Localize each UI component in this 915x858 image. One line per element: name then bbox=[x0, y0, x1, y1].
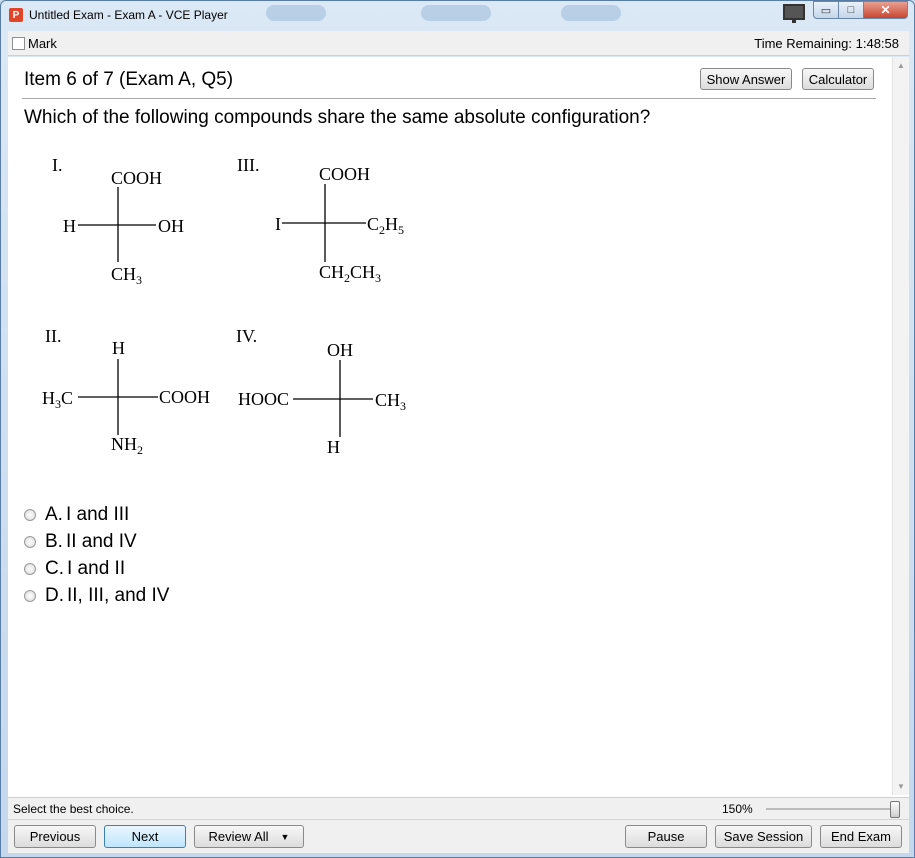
radio-button[interactable] bbox=[24, 589, 36, 602]
IV-left: HOOC bbox=[238, 389, 289, 409]
maximize-button[interactable]: □ bbox=[839, 1, 864, 19]
monitor-icon[interactable] bbox=[783, 4, 805, 23]
compound-I: I. COOH H OH CH3 bbox=[52, 155, 184, 287]
II-left: H3C bbox=[42, 388, 73, 411]
option-letter: A. bbox=[45, 503, 63, 525]
option-letter: C. bbox=[45, 557, 64, 579]
label-IV: IV. bbox=[236, 326, 257, 346]
answer-options: A. I and III B. II and IV C. I and II D.… bbox=[24, 501, 169, 609]
radio-button[interactable] bbox=[24, 562, 36, 575]
III-bottom: CH2CH3 bbox=[319, 262, 381, 285]
review-all-label: Review All bbox=[208, 829, 269, 844]
option-letter: B. bbox=[45, 530, 63, 552]
option-letter: D. bbox=[45, 584, 64, 606]
status-bar: Select the best choice. 150% bbox=[8, 797, 909, 819]
II-bottom: NH2 bbox=[111, 434, 143, 457]
IV-bottom: H bbox=[327, 437, 340, 457]
status-instruction: Select the best choice. bbox=[13, 802, 134, 816]
option-text: I and II bbox=[67, 557, 126, 579]
zoom-slider-thumb[interactable] bbox=[890, 801, 900, 818]
chevron-down-icon: ▼ bbox=[280, 831, 290, 842]
option-a[interactable]: A. I and III bbox=[24, 501, 169, 528]
III-left: I bbox=[275, 214, 281, 234]
title-decoration bbox=[421, 5, 491, 21]
title-decoration bbox=[561, 5, 621, 21]
III-top: COOH bbox=[319, 164, 370, 184]
I-right: OH bbox=[158, 216, 184, 236]
label-III: III. bbox=[237, 155, 259, 175]
save-session-button[interactable]: Save Session bbox=[715, 825, 812, 848]
scroll-down-icon[interactable]: ▼ bbox=[897, 782, 905, 791]
scroll-up-icon[interactable]: ▲ bbox=[897, 61, 905, 70]
mark-label[interactable]: Mark bbox=[28, 36, 57, 51]
IV-top: OH bbox=[327, 340, 353, 360]
option-text: II, III, and IV bbox=[67, 584, 170, 606]
time-remaining: Time Remaining: 1:48:58 bbox=[754, 36, 899, 51]
label-II: II. bbox=[45, 326, 62, 346]
radio-button[interactable] bbox=[24, 508, 36, 521]
end-exam-button[interactable]: End Exam bbox=[820, 825, 902, 848]
question-content: Item 6 of 7 (Exam A, Q5) Show Answer Cal… bbox=[8, 57, 909, 797]
navigation-bar: Previous Next Review All ▼ Pause Save Se… bbox=[8, 820, 909, 853]
vertical-scrollbar[interactable]: ▲ ▼ bbox=[892, 57, 909, 795]
title-decoration bbox=[266, 5, 326, 21]
zoom-slider-track[interactable] bbox=[766, 808, 896, 810]
I-bottom: CH3 bbox=[111, 264, 142, 287]
window-controls: ▭ □ ✕ bbox=[783, 1, 908, 23]
compound-II: II. H H3C COOH NH2 bbox=[42, 326, 210, 457]
window-title: Untitled Exam - Exam A - VCE Player bbox=[29, 8, 228, 22]
pause-button[interactable]: Pause bbox=[625, 825, 707, 848]
IV-right: CH3 bbox=[375, 390, 406, 413]
calculator-button[interactable]: Calculator bbox=[802, 68, 874, 90]
III-right: C2H5 bbox=[367, 214, 404, 237]
app-icon: P bbox=[9, 8, 23, 22]
mark-bar: Mark Time Remaining: 1:48:58 bbox=[8, 31, 909, 56]
mark-checkbox[interactable] bbox=[12, 36, 25, 50]
label-I: I. bbox=[52, 155, 63, 175]
zoom-level: 150% bbox=[722, 802, 753, 816]
II-top: H bbox=[112, 338, 125, 358]
I-left: H bbox=[63, 216, 76, 236]
I-top: COOH bbox=[111, 168, 162, 188]
II-right: COOH bbox=[159, 387, 210, 407]
title-bar: P Untitled Exam - Exam A - VCE Player ▭ … bbox=[1, 1, 914, 29]
compound-IV: IV. OH HOOC CH3 H bbox=[236, 326, 406, 457]
option-b[interactable]: B. II and IV bbox=[24, 528, 169, 555]
show-answer-button[interactable]: Show Answer bbox=[700, 68, 792, 90]
app-window: P Untitled Exam - Exam A - VCE Player ▭ … bbox=[0, 0, 915, 858]
option-d[interactable]: D. II, III, and IV bbox=[24, 582, 169, 609]
close-button[interactable]: ✕ bbox=[864, 1, 908, 19]
next-button[interactable]: Next bbox=[104, 825, 186, 848]
option-text: I and III bbox=[65, 503, 130, 525]
radio-button[interactable] bbox=[24, 535, 36, 548]
fischer-projections-figure: I. COOH H OH CH3 III. COOH I C2H5 CH2CH3… bbox=[42, 155, 406, 457]
compound-III: III. COOH I C2H5 CH2CH3 bbox=[237, 155, 404, 285]
minimize-button[interactable]: ▭ bbox=[813, 1, 839, 19]
option-c[interactable]: C. I and II bbox=[24, 555, 169, 582]
option-text: II and IV bbox=[65, 530, 137, 552]
previous-button[interactable]: Previous bbox=[14, 825, 96, 848]
review-all-dropdown[interactable]: Review All ▼ bbox=[194, 825, 304, 848]
